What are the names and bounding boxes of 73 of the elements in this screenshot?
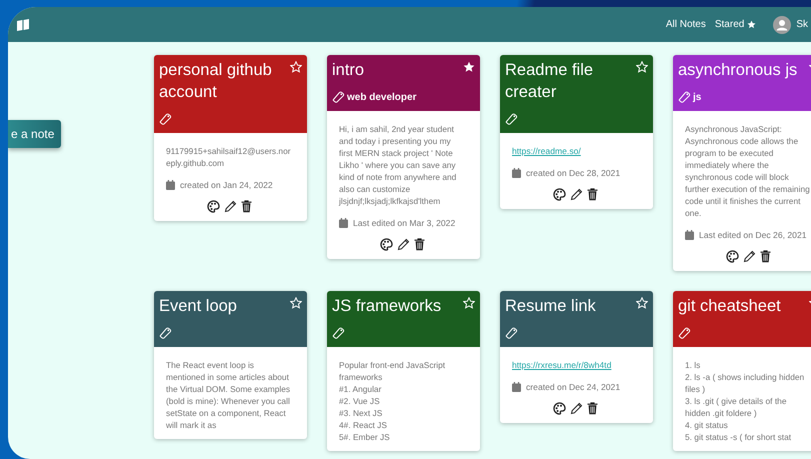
- star-icon[interactable]: [290, 61, 302, 73]
- star-icon[interactable]: [636, 61, 648, 73]
- note-title: Event loop: [159, 296, 238, 317]
- nav-link[interactable]: Stared: [714, 19, 756, 30]
- trash-icon[interactable]: [760, 250, 771, 263]
- calendar-icon: [339, 218, 348, 228]
- tag-icon: [332, 327, 345, 339]
- tag-icon: [159, 327, 172, 339]
- trash-icon[interactable]: [587, 188, 598, 201]
- star-icon: [747, 20, 756, 29]
- star-icon[interactable]: [463, 297, 475, 309]
- note-text: Popular front-end JavaScript frameworks: [339, 359, 446, 383]
- star-icon[interactable]: [636, 297, 648, 309]
- calendar-icon: [685, 230, 694, 240]
- note-text: The React event loop is mentioned in some articles about the Virtual DOM. Some examples (bold is mine): Whenever you call setState on a component, React will mark it as: [166, 359, 292, 431]
- create-note-button[interactable]: e a note: [8, 120, 62, 148]
- note-text: #1. Angular: [339, 383, 382, 395]
- star-icon[interactable]: [290, 297, 302, 309]
- tag-label: web developer: [347, 92, 416, 102]
- note-title: asynchronous js: [678, 60, 798, 81]
- note-text: #3. Next JS: [339, 407, 384, 419]
- star-icon[interactable]: [463, 61, 475, 73]
- trash-icon[interactable]: [587, 402, 598, 415]
- palette-icon[interactable]: [207, 200, 220, 213]
- tag-icon: [505, 113, 518, 125]
- note-text: 4#. React JS: [339, 419, 388, 431]
- avatar-icon[interactable]: [773, 16, 792, 34]
- note-title: Readme file creater: [505, 60, 594, 103]
- calendar-icon: [166, 180, 175, 190]
- note-text: 1. ls: [685, 359, 702, 371]
- user-name[interactable]: Sk: [796, 19, 808, 30]
- tag-label: js: [693, 92, 702, 102]
- trash-icon[interactable]: [414, 238, 425, 251]
- tag-icon: [159, 113, 172, 125]
- note-link[interactable]: https://rxresu.me/r/8wh4td: [512, 360, 612, 370]
- tag-icon: [678, 327, 691, 339]
- note-text: 91179915+sahilsaif12@users.noreply.github.com: [166, 145, 292, 169]
- note-text: 3. ls .git ( give details of the hidden .git foldere ): [685, 395, 788, 419]
- note-text: 5#. Ember JS: [339, 431, 391, 443]
- note-text: Asynchronous JavaScript: Asynchronous code allows the program to be executed immediately where the synchronous code will block further execution of the remaining code until it finishes the current one.: [685, 123, 811, 219]
- book-icon[interactable]: [16, 18, 30, 30]
- note-date: Last edited on Dec 26, 2021: [699, 229, 807, 241]
- note-link[interactable]: https://readme.so/: [512, 146, 581, 156]
- note-title: intro: [332, 60, 366, 81]
- palette-icon[interactable]: [553, 402, 566, 415]
- note-date: Last edited on Mar 3, 2022: [353, 217, 456, 229]
- note-text: 4. git status: [685, 419, 729, 431]
- note-date: created on Dec 24, 2021: [526, 381, 620, 393]
- note-text: 2. ls -a ( shows including hidden files ): [685, 371, 806, 395]
- nav-link[interactable]: All Notes: [666, 19, 706, 30]
- tag-icon: [332, 91, 345, 103]
- tag-icon: [505, 327, 518, 339]
- note-text: Hi, i am sahil, 2nd year student and today i presenting you my first MERN stack project ' Note Likho ' where you can save any kind of note from anywhere and also can customize jlsjdnjf;lksjadj;lkfkajsd'lthem: [339, 123, 458, 207]
- note-date: created on Jan 24, 2022: [180, 179, 273, 191]
- trash-icon[interactable]: [241, 200, 252, 213]
- note-title: Resume link: [505, 296, 597, 317]
- palette-icon[interactable]: [726, 250, 739, 263]
- tag-icon: [678, 91, 691, 103]
- note-date: created on Dec 28, 2021: [526, 167, 620, 179]
- pencil-icon[interactable]: [397, 238, 410, 251]
- palette-icon[interactable]: [380, 238, 393, 251]
- note-title: personal github account: [159, 60, 273, 103]
- pencil-icon[interactable]: [743, 250, 756, 263]
- note-text: 5. git status -s ( for short stat: [685, 431, 792, 443]
- calendar-icon: [512, 168, 521, 178]
- pencil-icon[interactable]: [570, 188, 583, 201]
- calendar-icon: [512, 382, 521, 392]
- note-title: git cheatsheet: [678, 296, 782, 317]
- note-text: #2. Vue JS: [339, 395, 381, 407]
- palette-icon[interactable]: [553, 188, 566, 201]
- pencil-icon[interactable]: [570, 402, 583, 415]
- pencil-icon[interactable]: [224, 200, 237, 213]
- note-title: JS frameworks: [332, 296, 442, 317]
